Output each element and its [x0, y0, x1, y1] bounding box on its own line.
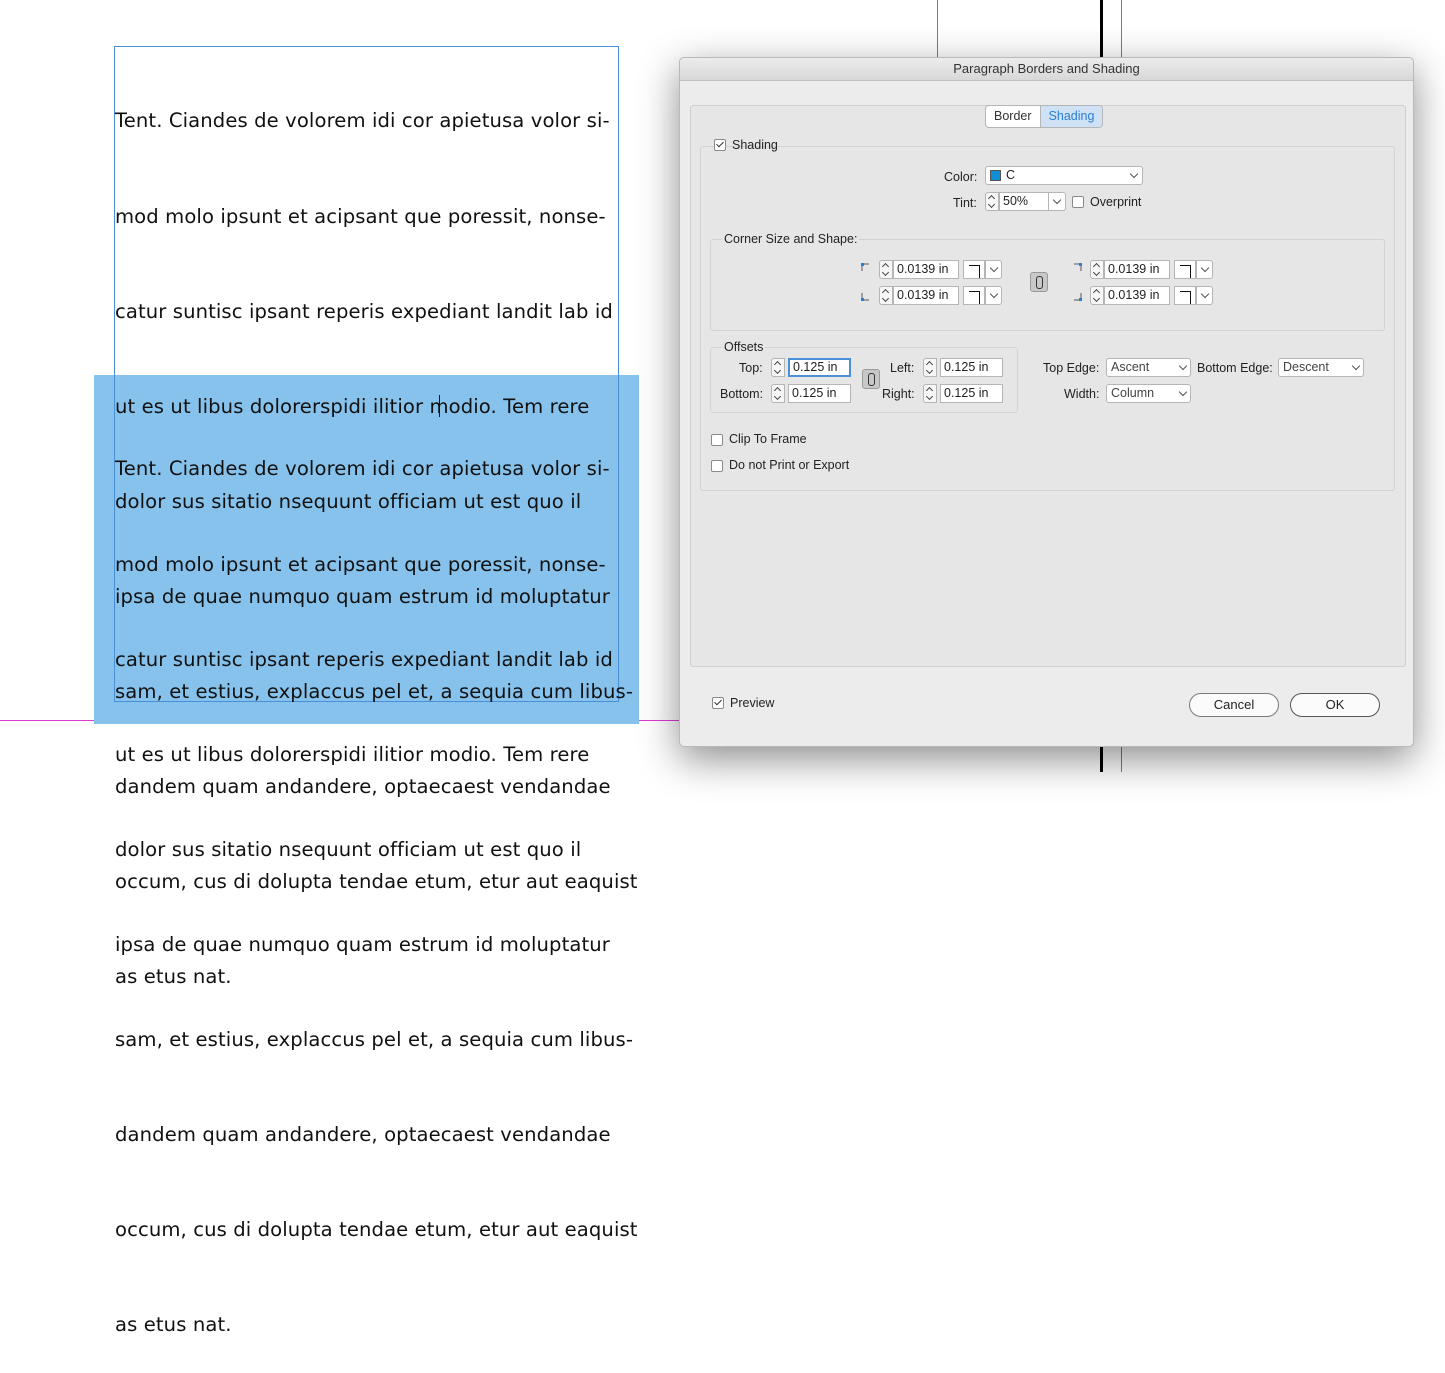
text-line: mod molo ipsunt et acipsant que poressit…	[115, 204, 606, 228]
offset-left-stepper[interactable]	[923, 358, 937, 377]
top-left-shape-button[interactable]	[985, 260, 1002, 279]
paragraph-2-shaded[interactable]: Tent. Ciandes de volorem idi cor apietus…	[115, 390, 638, 1373]
clip-to-frame-checkbox[interactable]	[711, 434, 723, 446]
text-line: occum, cus di dolupta tendae etum, etur …	[115, 1218, 638, 1242]
chevron-down-icon	[1052, 195, 1062, 205]
bottom-right-shape-button[interactable]	[1196, 286, 1213, 305]
offsets-title: Offsets	[722, 340, 766, 354]
bottom-edge-label: Bottom Edge:	[1197, 361, 1273, 375]
top-left-corner-icon	[861, 263, 869, 271]
bottom-left-stepper[interactable]	[879, 286, 893, 305]
dialog-title[interactable]: Paragraph Borders and Shading	[680, 58, 1413, 81]
margin-guide-vertical	[937, 0, 938, 57]
tint-input[interactable]: 50%	[999, 192, 1049, 211]
top-right-input[interactable]: 0.0139 in	[1104, 260, 1170, 279]
top-right-corner-icon	[1074, 263, 1082, 271]
top-left-input[interactable]: 0.0139 in	[893, 260, 959, 279]
color-value: C	[1006, 168, 1016, 182]
do-not-print-checkbox[interactable]	[711, 460, 723, 472]
shading-label: Shading	[732, 138, 778, 152]
bottom-left-input[interactable]: 0.0139 in	[893, 286, 959, 305]
top-edge-value: Ascent	[1111, 360, 1150, 374]
bottom-left-shape-button[interactable]	[985, 286, 1002, 305]
text-line: ipsa de quae numquo quam estrum id molup…	[115, 932, 610, 956]
offset-right-label: Right:	[882, 387, 915, 401]
bottom-right-corner-icon	[1074, 293, 1082, 301]
preview-checkbox[interactable]	[712, 697, 724, 709]
color-dropdown-button[interactable]	[1126, 166, 1143, 185]
offset-top-label: Top:	[739, 361, 763, 375]
top-edge-dropdown[interactable]: Ascent	[1106, 358, 1191, 377]
offset-bottom-label: Bottom:	[720, 387, 764, 401]
offset-top-input[interactable]: 0.125 in	[788, 358, 851, 377]
width-dropdown[interactable]: Column	[1106, 384, 1191, 403]
text-line: as etus nat.	[115, 1313, 232, 1337]
text-line: dolor sus sitatio nsequunt officiam ut e…	[115, 837, 582, 861]
text-line: sam, et estius, explaccus pel et, a sequ…	[115, 1027, 634, 1051]
text-line: catur suntisc ipsant reperis expediant l…	[115, 299, 613, 323]
top-right-shape-dropdown[interactable]	[1174, 260, 1196, 279]
text-cursor	[439, 395, 440, 417]
clip-to-frame-label: Clip To Frame	[729, 432, 807, 446]
offsets-link-icon[interactable]	[862, 369, 880, 389]
bottom-left-shape-dropdown[interactable]	[963, 286, 985, 305]
chevron-down-icon	[1200, 289, 1210, 299]
text-line: Tent. Ciandes de volorem idi cor apietus…	[115, 457, 610, 481]
cancel-button[interactable]: Cancel	[1189, 693, 1279, 717]
offset-left-input[interactable]: 0.125 in	[940, 358, 1003, 377]
bottom-edge-value: Descent	[1283, 360, 1329, 374]
chevron-down-icon	[1178, 361, 1188, 371]
chevron-down-icon	[989, 289, 999, 299]
bottom-edge-dropdown[interactable]: Descent	[1278, 358, 1364, 377]
color-dropdown[interactable]: C	[985, 166, 1130, 185]
bottom-right-stepper[interactable]	[1090, 286, 1104, 305]
bottom-right-shape-dropdown[interactable]	[1174, 286, 1196, 305]
top-right-shape-button[interactable]	[1196, 260, 1213, 279]
corner-link-icon[interactable]	[1030, 272, 1048, 292]
offset-bottom-input[interactable]: 0.125 in	[788, 384, 851, 403]
color-label: Color:	[944, 170, 978, 184]
offset-bottom-stepper[interactable]	[771, 384, 785, 403]
offset-left-label: Left:	[890, 361, 915, 375]
tint-dropdown-button[interactable]	[1049, 192, 1066, 211]
do-not-print-label: Do not Print or Export	[729, 458, 850, 472]
tint-stepper[interactable]	[985, 192, 999, 211]
bottom-left-corner-icon	[861, 293, 869, 301]
shading-checkbox[interactable]	[714, 139, 726, 151]
tint-label: Tint:	[953, 196, 977, 210]
chevron-down-icon	[989, 263, 999, 273]
overprint-label: Overprint	[1090, 195, 1142, 209]
offset-right-stepper[interactable]	[923, 384, 937, 403]
chevron-down-icon	[1129, 169, 1139, 179]
text-line: ut es ut libus dolorerspidi ilitior modi…	[115, 742, 590, 766]
text-line: Tent. Ciandes de volorem idi cor apietus…	[115, 109, 610, 133]
offset-top-stepper[interactable]	[771, 358, 785, 377]
overprint-checkbox[interactable]	[1072, 196, 1084, 208]
tab-shading[interactable]: Shading	[1039, 106, 1103, 127]
text-line: mod molo ipsunt et acipsant que poressit…	[115, 552, 606, 576]
ok-button[interactable]: OK	[1290, 693, 1380, 717]
chevron-down-icon	[1351, 361, 1361, 371]
bottom-right-input[interactable]: 0.0139 in	[1104, 286, 1170, 305]
color-swatch-icon	[990, 170, 1001, 181]
top-left-shape-dropdown[interactable]	[963, 260, 985, 279]
text-line: dandem quam andandere, optaecaest vendan…	[115, 1123, 611, 1147]
top-left-stepper[interactable]	[879, 260, 893, 279]
top-edge-label: Top Edge:	[1043, 361, 1100, 375]
chevron-down-icon	[1200, 263, 1210, 273]
tab-bar: Border Shading	[985, 105, 1104, 128]
paragraph-borders-shading-dialog: Paragraph Borders and Shading Border Sha…	[679, 57, 1414, 747]
corner-title: Corner Size and Shape:	[722, 232, 860, 246]
top-right-stepper[interactable]	[1090, 260, 1104, 279]
chevron-down-icon	[1178, 387, 1188, 397]
tab-border[interactable]: Border	[986, 106, 1040, 127]
offset-right-input[interactable]: 0.125 in	[940, 384, 1003, 403]
width-label: Width:	[1064, 387, 1100, 401]
text-line: catur suntisc ipsant reperis expediant l…	[115, 647, 613, 671]
preview-label: Preview	[730, 696, 775, 710]
width-value: Column	[1111, 386, 1155, 400]
